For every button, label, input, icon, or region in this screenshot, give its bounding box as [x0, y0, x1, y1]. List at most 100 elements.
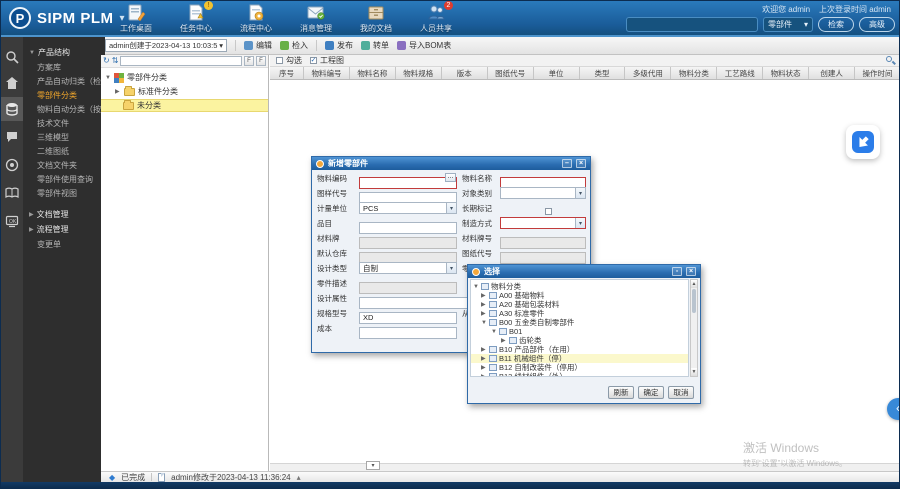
advanced-search-button[interactable]: 高级 [859, 17, 895, 32]
dialog-titlebar[interactable]: 新增零部件 – × [312, 157, 590, 170]
import-bom-button[interactable]: 导入BOM表 [397, 40, 451, 51]
sidebar-group-workflow[interactable]: ▶ 流程管理 [29, 224, 69, 235]
strip-monitor-button[interactable]: OK [1, 209, 23, 233]
cancel-button[interactable]: 取消 [668, 386, 694, 399]
sidebar-item-doc-folders[interactable]: 文档文件夹 [37, 160, 103, 171]
strip-home-button[interactable] [1, 71, 23, 95]
sidebar-item-scheme-lib[interactable]: 方案库 [37, 62, 103, 73]
refresh-icon[interactable]: ↻ [103, 56, 110, 66]
column-header[interactable]: 工艺路线 [717, 67, 763, 79]
triangle-icon[interactable]: ▶ [481, 364, 487, 371]
strip-target-button[interactable] [1, 153, 23, 177]
triangle-icon[interactable]: ▶ [481, 292, 487, 299]
horizontal-scrollbar[interactable]: ▾ [270, 463, 900, 471]
checkin-button[interactable]: 检入 [280, 40, 308, 51]
triangle-icon[interactable]: ▶ [481, 301, 487, 308]
desktop-button[interactable]: 工作桌面 [113, 3, 159, 34]
triangle-icon[interactable]: ▼ [473, 284, 479, 290]
sidebar-item-tech-docs[interactable]: 技术文件 [37, 118, 103, 129]
sidebar-item-part-views[interactable]: 零部件视图 [37, 188, 103, 199]
lookup-button[interactable]: … [445, 173, 456, 182]
tree-node[interactable]: ▼ B00 五金类自制零部件 [471, 318, 688, 327]
triangle-icon[interactable]: ▶ [481, 373, 487, 377]
global-search-input[interactable] [626, 17, 758, 32]
maximize-icon[interactable]: ▫ [672, 267, 682, 276]
column-header[interactable]: 物料规格 [396, 67, 442, 79]
tree-node-standard-parts[interactable]: ▶ 标准件分类 [101, 85, 268, 98]
column-header[interactable]: 单位 [534, 67, 580, 79]
longterm-flag-checkbox[interactable] [545, 208, 552, 215]
triangle-icon[interactable]: ▶ [481, 346, 487, 353]
page-size-select[interactable]: ▾ [366, 461, 380, 470]
search-category-select[interactable]: 零部件 ▾ [763, 17, 813, 32]
tree-filter-input[interactable] [120, 56, 242, 66]
user-share-button[interactable]: 2 人员共享 [413, 3, 459, 34]
strip-search-button[interactable] [1, 45, 23, 69]
tree-root-part-classes[interactable]: ▼ 零部件分类 [101, 71, 268, 84]
dialog-titlebar[interactable]: 选择 ▫ × [468, 265, 700, 278]
check-option-select[interactable]: 勾选 [276, 55, 302, 66]
strip-chat-button[interactable] [1, 125, 23, 149]
column-header[interactable]: 物料状态 [763, 67, 809, 79]
sidebar-group-product-structure[interactable]: ▼ 产品结构 [29, 47, 70, 58]
column-header[interactable]: 物料分类 [671, 67, 717, 79]
object-class-select[interactable]: ▾ [500, 187, 586, 199]
unit-select[interactable]: PCS ▾ [359, 202, 457, 214]
sidebar-item-auto-catalog[interactable]: 产品自动归类（检查库） [37, 76, 103, 87]
cost-input[interactable] [359, 327, 457, 339]
triangle-icon[interactable]: ▼ [491, 329, 497, 335]
tree-node[interactable]: ▼ B01 [471, 327, 688, 336]
expand-collapse-icon[interactable]: ⇅ [112, 56, 119, 66]
search-button[interactable]: 检索 [818, 17, 854, 32]
strip-book-button[interactable] [1, 181, 23, 205]
tree-locate-button[interactable]: F [256, 56, 266, 66]
triangle-icon[interactable]: ▼ [481, 320, 487, 326]
sidebar-group-documents[interactable]: ▶ 文档管理 [29, 209, 69, 220]
my-docs-button[interactable]: 我的文档 [353, 3, 399, 34]
column-header[interactable]: 版本 [442, 67, 488, 79]
triangle-up-icon[interactable]: ▴ [297, 473, 301, 482]
scroll-up-icon[interactable]: ▲ [691, 280, 697, 288]
tree-filter-button[interactable]: F [244, 56, 254, 66]
tree-scrollbar[interactable]: ▲ ▼ [690, 279, 698, 377]
edit-button[interactable]: 编辑 [244, 40, 272, 51]
triangle-icon[interactable]: ▶ [481, 310, 487, 317]
column-header[interactable]: 类型 [580, 67, 626, 79]
design-type-select[interactable]: 自制 ▾ [359, 262, 457, 274]
workflow-button[interactable]: 流程中心 [233, 3, 279, 34]
triangle-down-icon[interactable]: ▼ [105, 75, 111, 81]
triangle-right-icon[interactable]: ▶ [115, 88, 121, 95]
column-header[interactable]: 多级代用 [625, 67, 671, 79]
column-header[interactable]: 序号 [270, 67, 304, 79]
sidebar-item-3d-models[interactable]: 三维模型 [37, 132, 103, 143]
checkbox-checked[interactable]: ✓ [310, 57, 317, 64]
list-search-icon[interactable] [886, 56, 895, 65]
strip-data-button[interactable] [1, 97, 23, 121]
column-header[interactable]: 物料名称 [350, 67, 396, 79]
app-logo[interactable]: P SIPM PLM ▾ [9, 7, 125, 29]
column-header[interactable]: 物料编号 [304, 67, 350, 79]
tasks-button[interactable]: ! 任务中心 [173, 3, 219, 34]
messages-button[interactable]: 消息管理 [293, 3, 339, 34]
check-option-drawing[interactable]: ✓ 工程图 [310, 55, 344, 66]
triangle-icon[interactable]: ▶ [481, 355, 487, 362]
sidebar-item-part-classes[interactable]: 零部件分类 [37, 90, 103, 101]
scroll-down-icon[interactable]: ▼ [691, 368, 697, 376]
checkbox-unchecked[interactable] [276, 57, 283, 64]
refresh-button[interactable]: 刷新 [608, 386, 634, 399]
manufacture-mode-select[interactable]: ▾ [500, 217, 586, 229]
column-header[interactable]: 创建人 [809, 67, 855, 79]
sidebar-item-2d-drawings[interactable]: 二维图纸 [37, 146, 103, 157]
close-icon[interactable]: × [576, 159, 586, 168]
scroll-thumb[interactable] [692, 289, 696, 313]
sidebar-item-usage-query[interactable]: 零部件使用查询 [37, 174, 103, 185]
sidebar-item-change-order[interactable]: 变更单 [37, 239, 103, 250]
minimize-icon[interactable]: – [562, 159, 572, 168]
ok-button[interactable]: 确定 [638, 386, 664, 399]
version-dropdown[interactable]: admin创建于2023-04-13 10:03:5 ▾ [105, 39, 227, 52]
sidebar-item-material-rules[interactable]: 物料自动分类（按规则） [37, 104, 103, 115]
close-icon[interactable]: × [686, 267, 696, 276]
triangle-icon[interactable]: ▶ [501, 337, 507, 344]
tree-node[interactable]: ▶ B13 线材组件（外） [471, 372, 688, 377]
publish-button[interactable]: 发布 [325, 40, 353, 51]
